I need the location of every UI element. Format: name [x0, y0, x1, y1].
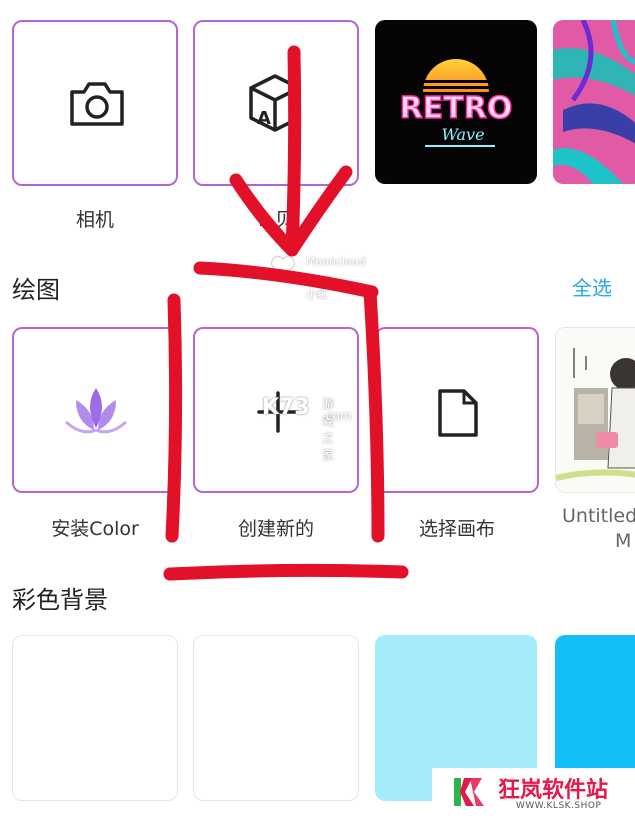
camera-label: 相机	[75, 209, 114, 231]
retro-wave-thumbnail[interactable]: RETRO Wave	[375, 20, 537, 184]
site-name: 狂岚软件站	[498, 778, 609, 803]
create-new-label: 创建新的	[237, 518, 314, 540]
k73-site-text: 游戏之家	[322, 397, 335, 462]
wave-word: Wave	[441, 125, 484, 144]
drawing-heading: 绘图	[12, 276, 60, 304]
k-logo-icon	[454, 778, 484, 806]
transparent-swatch[interactable]	[12, 635, 178, 801]
install-color-label: 安装Color	[51, 518, 139, 540]
ar-tile[interactable]: A	[193, 20, 359, 186]
install-color-tile[interactable]	[12, 327, 178, 493]
white-swatch[interactable]	[193, 635, 359, 801]
lotus-icon	[65, 388, 127, 434]
sketch-artwork-thumb	[556, 328, 635, 492]
k73-logo: K73	[262, 395, 310, 420]
retro-wave-art: RETRO Wave	[399, 59, 513, 147]
site-badge: 狂岚软件站 WWW.KLSK.SHOP	[432, 768, 635, 819]
mooncloud-text: Mooncloud	[306, 255, 366, 268]
choose-canvas-label: 选择画布	[418, 518, 495, 540]
retro-word: RETRO	[400, 91, 513, 126]
colored-bg-heading: 彩色背景	[12, 586, 108, 614]
untitled-artwork-tile[interactable]	[555, 327, 635, 493]
ar-label: L 贝	[258, 209, 294, 231]
document-icon	[438, 389, 478, 437]
camera-icon	[70, 82, 124, 126]
k73-domain-text: .com	[322, 409, 352, 423]
select-all-link[interactable]: 全选	[572, 272, 612, 301]
camera-tile[interactable]	[12, 20, 178, 186]
site-url: WWW.KLSK.SHOP	[516, 801, 602, 811]
ar-box-icon: A	[249, 74, 301, 132]
untitled-label: Untitled	[562, 505, 635, 527]
tropical-leaves-art	[553, 20, 635, 184]
choose-canvas-tile[interactable]	[375, 327, 539, 493]
tropical-thumbnail[interactable]	[553, 20, 635, 184]
from-text: From 小红	[306, 273, 334, 301]
svg-text:A: A	[257, 108, 271, 129]
annotation-bottom-line	[163, 563, 409, 581]
untitled-label-line2: M	[615, 530, 632, 552]
heart-icon	[271, 256, 295, 278]
